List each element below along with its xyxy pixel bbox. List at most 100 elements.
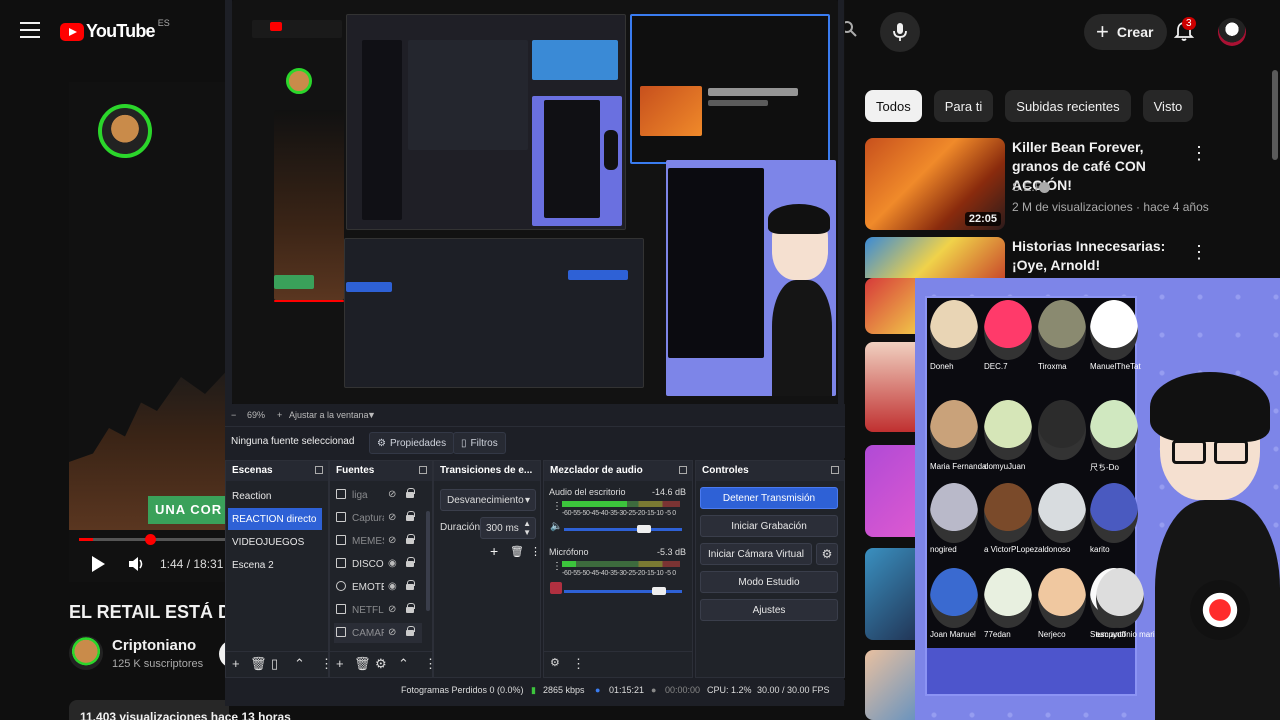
source-item[interactable]: EMOTES ◉ — [334, 577, 422, 597]
eye-hidden-icon[interactable]: ⊘ — [388, 535, 396, 546]
page-scrollbar[interactable] — [1272, 70, 1278, 160]
filters-label: Filtros — [470, 437, 498, 449]
obs-preview[interactable] — [232, 0, 838, 404]
channel-avatar[interactable] — [69, 636, 103, 670]
gear-icon[interactable]: ⚙ — [550, 656, 560, 669]
lock-icon[interactable] — [406, 603, 415, 613]
create-label: Crear — [1116, 24, 1154, 40]
source-item[interactable]: NETFLI ⊘ — [334, 600, 422, 620]
menu-icon[interactable] — [20, 22, 40, 38]
view-count: 11.403 visualizaciones hace 13 horas — [80, 710, 291, 720]
trash-icon[interactable]: 🗑 — [250, 656, 267, 672]
chevron-down-icon[interactable]: ▼ — [367, 410, 376, 420]
settings-button[interactable]: Ajustes — [700, 599, 838, 621]
scene-videojuegos[interactable]: VIDEOJUEGOS — [228, 531, 322, 553]
trash-icon[interactable]: 🗑 — [510, 545, 524, 558]
chip-para-ti[interactable]: Para ti — [933, 90, 994, 122]
lock-icon[interactable] — [406, 580, 415, 590]
source-item[interactable]: Captura ⊘ — [334, 508, 422, 528]
play-icon[interactable] — [92, 556, 105, 572]
properties-button[interactable]: ⚙ Propiedades — [369, 432, 455, 454]
record-time: 00:00:00 — [665, 685, 701, 695]
spin-down-icon[interactable]: ▼ — [523, 528, 531, 537]
video-progress-fill — [79, 538, 94, 541]
stop-streaming-button[interactable]: Detener Transmisión — [700, 487, 838, 509]
dock-float-icon[interactable] — [419, 466, 427, 474]
start-recording-button[interactable]: Iniciar Grabación — [700, 515, 838, 537]
chip-subidas-recientes[interactable]: Subidas recientes — [1005, 90, 1131, 122]
desktop-audio-fader[interactable] — [564, 525, 682, 533]
fit-window-label[interactable]: Ajustar a la ventana — [289, 410, 369, 420]
scene-reaction-directo[interactable]: REACTION directo — [228, 508, 322, 530]
channel-name[interactable]: Criptoniano — [112, 637, 196, 654]
recommendation-item[interactable]: Historias Innecesarias: ¡Oye, Arnold! ⋮ — [865, 237, 1245, 278]
filters-button[interactable]: ▯ Filtros — [453, 432, 506, 454]
more-options-icon[interactable]: ⋮ — [1190, 243, 1208, 261]
transition-select[interactable]: Desvanecimiento ▾ — [440, 489, 536, 511]
more-icon[interactable]: ⋮ — [572, 656, 585, 672]
gear-icon[interactable]: ⚙ — [375, 656, 387, 672]
recommendation-thumbnail[interactable] — [865, 237, 1005, 278]
lock-icon[interactable] — [406, 557, 415, 567]
source-item[interactable]: CAMARA ⊘ — [334, 623, 422, 643]
scene-escena-2[interactable]: Escena 2 — [228, 554, 322, 576]
eye-hidden-icon[interactable]: ⊘ — [388, 489, 396, 500]
video-scrubber[interactable] — [145, 534, 156, 545]
more-icon[interactable]: ⋮ — [552, 561, 562, 572]
dock-float-icon[interactable] — [679, 466, 687, 474]
voice-search-button[interactable] — [880, 12, 920, 52]
lock-icon[interactable] — [406, 534, 415, 544]
recommendation-thumbnail[interactable]: 22:05 — [865, 138, 1005, 230]
chevron-up-icon[interactable]: ⌃ — [398, 656, 409, 672]
studio-mode-button[interactable]: Modo Estudio — [700, 571, 838, 593]
recommendation-title[interactable]: Historias Innecesarias: ¡Oye, Arnold! — [1012, 237, 1192, 275]
zoom-minus-icon[interactable]: − — [231, 410, 236, 420]
more-icon[interactable]: ⋮ — [552, 501, 562, 512]
source-item[interactable]: DISCOR ◉ — [334, 554, 422, 574]
eye-hidden-icon[interactable]: ⊘ — [388, 627, 396, 638]
muted-mic-icon[interactable] — [550, 582, 562, 594]
eye-hidden-icon[interactable]: ⊘ — [388, 604, 396, 615]
recommendation-channel[interactable]: S.E.F — [1012, 180, 1042, 194]
lock-icon[interactable] — [406, 488, 415, 498]
chip-visto[interactable]: Visto — [1142, 90, 1194, 122]
add-icon[interactable]: + — [336, 656, 344, 671]
lock-icon[interactable] — [406, 626, 415, 636]
dock-float-icon[interactable] — [315, 466, 323, 474]
filter-icon[interactable]: ▯ — [271, 656, 278, 672]
duration-input[interactable]: 300 ms ▲ ▼ — [480, 517, 536, 539]
scene-reaction[interactable]: Reaction — [228, 485, 322, 507]
youtube-logo[interactable]: YouTube ES — [60, 18, 170, 42]
eye-icon[interactable]: ◉ — [388, 558, 397, 569]
fader-knob[interactable] — [636, 525, 651, 533]
more-icon[interactable]: ⋮ — [530, 545, 541, 558]
more-options-icon[interactable]: ⋮ — [1190, 144, 1208, 162]
source-item[interactable]: MEMES ⊘ — [334, 531, 422, 551]
source-name: DISCOR — [352, 559, 384, 570]
add-transition-icon[interactable]: + — [490, 543, 498, 559]
fader-knob[interactable] — [652, 587, 667, 595]
recommendation-item[interactable]: 22:05 Killer Bean Forever, granos de caf… — [865, 138, 1245, 234]
sources-scrollbar[interactable] — [426, 511, 430, 611]
create-button[interactable]: + Crear — [1084, 14, 1168, 50]
virtual-camera-settings-icon[interactable]: ⚙ — [816, 543, 838, 565]
lock-icon[interactable] — [406, 511, 415, 521]
trash-icon[interactable]: 🗑 — [354, 656, 371, 672]
eye-icon[interactable]: ◉ — [388, 581, 397, 592]
spin-up-icon[interactable]: ▲ — [523, 519, 531, 528]
source-item[interactable]: liga ⊘ — [334, 485, 422, 505]
speaker-icon[interactable]: 🔈 — [550, 521, 562, 532]
mic-fader[interactable] — [564, 587, 682, 595]
chevron-up-icon[interactable]: ⌃ — [294, 656, 305, 672]
zoom-plus-icon[interactable]: + — [277, 410, 282, 420]
volume-icon[interactable] — [128, 556, 146, 572]
recommendation-meta: 2 M de visualizaciones · hace 4 años — [1012, 200, 1209, 214]
account-avatar[interactable] — [1218, 18, 1246, 46]
channel-subscribers: 125 K suscriptores — [112, 658, 204, 670]
chip-todos[interactable]: Todos — [865, 90, 922, 122]
zoom-level[interactable]: 69% — [247, 410, 265, 420]
add-icon[interactable]: + — [232, 656, 240, 671]
virtual-camera-button[interactable]: Iniciar Cámara Virtual — [700, 543, 812, 565]
dock-float-icon[interactable] — [831, 466, 839, 474]
eye-hidden-icon[interactable]: ⊘ — [388, 512, 396, 523]
